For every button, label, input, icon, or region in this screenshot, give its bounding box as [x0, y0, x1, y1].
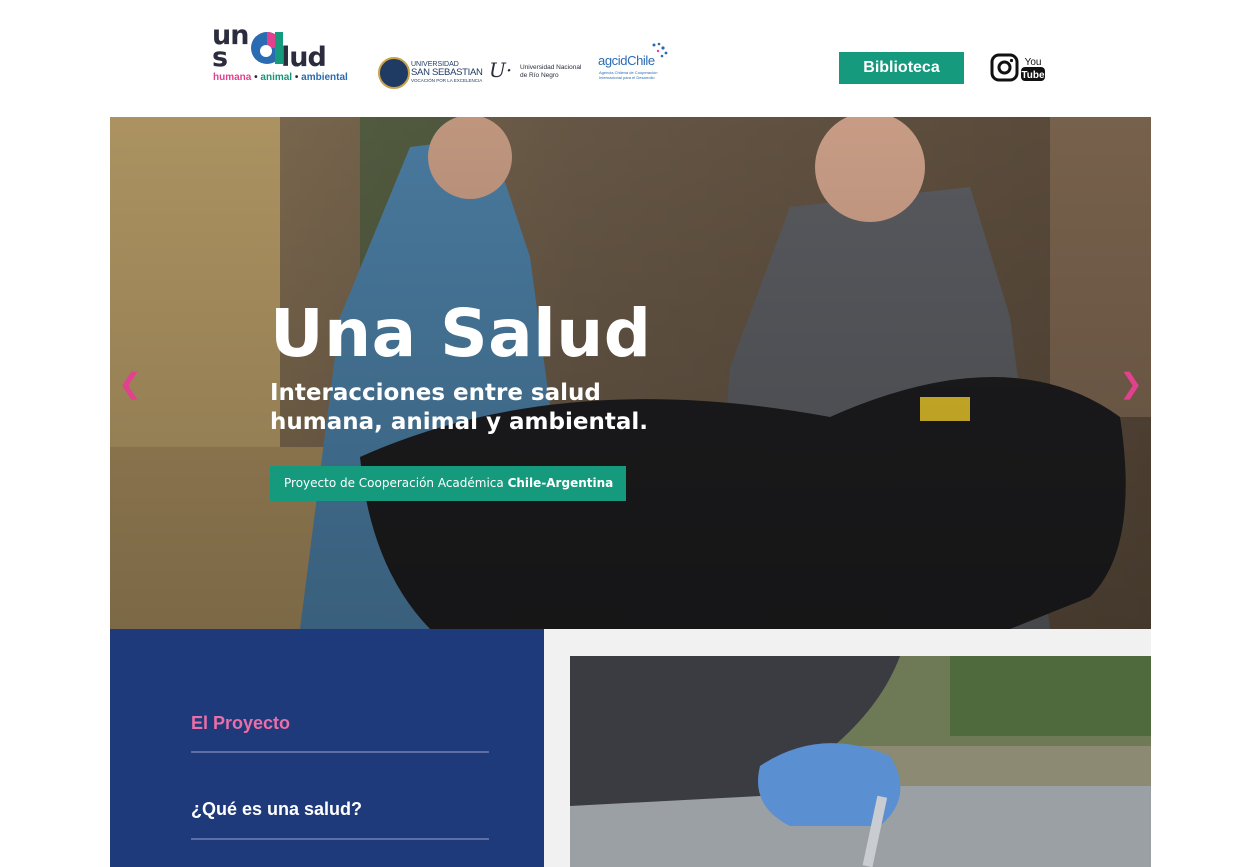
- uss-seal-icon: [378, 57, 410, 89]
- biblioteca-button[interactable]: Biblioteca: [839, 52, 964, 84]
- logo-text-s: s: [212, 42, 228, 73]
- svg-text:Tube: Tube: [1021, 70, 1045, 81]
- svg-text:You: You: [1025, 57, 1042, 68]
- instagram-icon[interactable]: [990, 53, 1019, 82]
- logo-text-lud: lud: [281, 42, 327, 73]
- hero-background-photo: [110, 117, 1151, 629]
- sidebar-item-el-proyecto[interactable]: El Proyecto: [191, 713, 290, 734]
- sidebar-nav: El Proyecto ¿Qué es una salud?: [110, 629, 544, 867]
- youtube-icon[interactable]: You Tube: [1020, 55, 1046, 82]
- uss-logo-text: UNIVERSIDAD SAN SEBASTIAN VOCACIÓN POR L…: [411, 61, 483, 83]
- hero-title: Una Salud: [270, 295, 652, 372]
- agcid-logo-text: agcidChile: [598, 53, 655, 68]
- agcid-logo-subtitle: Agencia Chilena de Cooperación Internaci…: [599, 70, 658, 80]
- hero-slider: Una Salud Interacciones entre salud huma…: [110, 117, 1151, 629]
- unrn-logo-mark: U·: [489, 58, 513, 82]
- sidebar-item-que-es-una-salud[interactable]: ¿Qué es una salud?: [191, 799, 362, 820]
- sidebar-divider: [191, 838, 489, 840]
- water-sampling-photo: [570, 656, 1151, 867]
- agcid-stars-icon: [652, 42, 668, 58]
- slider-next-button[interactable]: ❯: [1118, 369, 1144, 399]
- slider-prev-button[interactable]: ❮: [117, 369, 143, 399]
- sidebar-divider: [191, 751, 489, 753]
- logo-tagline: humana • animal • ambiental: [213, 72, 348, 83]
- unrn-logo-text: Universidad Nacional de Río Negro: [520, 64, 582, 79]
- hero-project-badge: Proyecto de Cooperación Académica Chile-…: [270, 466, 626, 501]
- hero-subtitle: Interacciones entre salud humana, animal…: [270, 380, 648, 435]
- una-salud-logo[interactable]: un s lud humana • animal • ambiental: [212, 20, 357, 88]
